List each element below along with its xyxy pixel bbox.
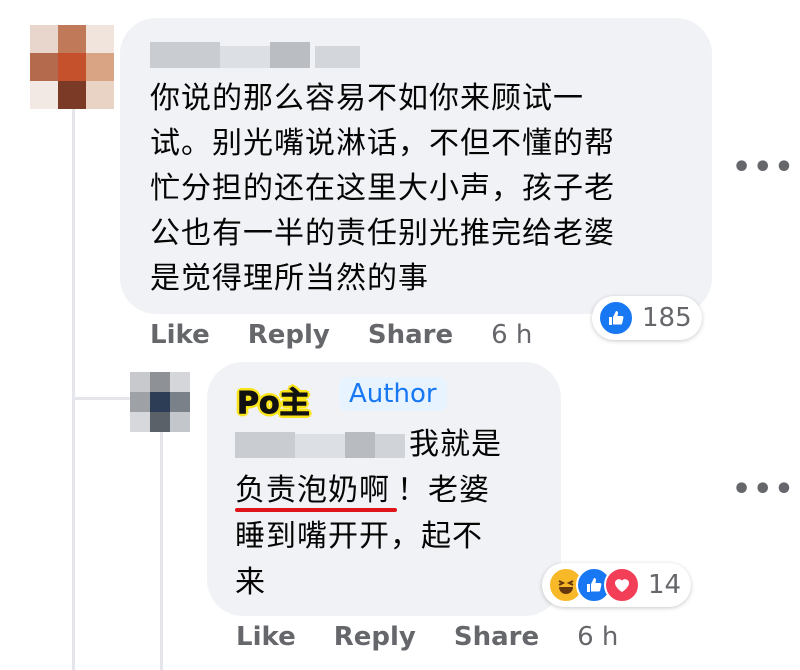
more-options-icon[interactable]: ••• — [732, 150, 796, 185]
comment-actions: Like Reply Share 6 h — [150, 320, 532, 350]
red-underline — [235, 508, 397, 512]
reply-text-line3: 睡到嘴开开，起不 — [235, 519, 483, 554]
reply-text-underlined: 负责泡奶啊 — [235, 473, 390, 508]
reply-text-line1: 我就是 — [409, 427, 502, 462]
reply-actions: Like Reply Share 6 h — [236, 622, 618, 652]
like-button[interactable]: Like — [236, 622, 296, 652]
commenter-name-blurred[interactable] — [235, 428, 405, 462]
more-options-icon[interactable]: ••• — [732, 472, 796, 507]
like-button[interactable]: Like — [150, 320, 210, 350]
timestamp[interactable]: 6 h — [491, 320, 532, 350]
thread-line-vertical — [72, 100, 75, 670]
timestamp[interactable]: 6 h — [577, 622, 618, 652]
share-button[interactable]: Share — [368, 320, 453, 350]
share-button[interactable]: Share — [454, 622, 539, 652]
like-icon — [598, 300, 634, 336]
po-tag: Po主 — [237, 386, 311, 422]
thread-line-vertical-reply — [160, 430, 163, 670]
avatar[interactable] — [30, 25, 114, 109]
reaction-count: 14 — [648, 570, 682, 600]
comment-text: 你说的那么容易不如你来顾试一 试。别光嘴说淋话，不但不懂的帮 忙分担的还在这里大… — [150, 81, 615, 296]
avatar[interactable] — [130, 372, 190, 432]
reply-text-line2-rest: ！老婆 — [397, 473, 490, 508]
reaction-summary[interactable]: 14 — [542, 563, 692, 607]
reaction-summary[interactable]: 185 — [592, 296, 702, 340]
author-badge: Author — [339, 377, 447, 411]
reaction-count: 185 — [642, 303, 692, 333]
reply-bubble: Po主 Author 我就是 负责泡奶啊 ！老婆 睡到嘴开开，起不 来 — [207, 362, 561, 616]
commenter-name-blurred[interactable] — [150, 38, 360, 72]
reply-button[interactable]: Reply — [248, 320, 330, 350]
comment-bubble: 你说的那么容易不如你来顾试一 试。别光嘴说淋话，不但不懂的帮 忙分担的还在这里大… — [120, 18, 712, 314]
love-icon — [604, 567, 640, 603]
reply-button[interactable]: Reply — [334, 622, 416, 652]
thread-line-curve — [72, 397, 132, 400]
reply-text-line4: 来 — [235, 565, 266, 600]
